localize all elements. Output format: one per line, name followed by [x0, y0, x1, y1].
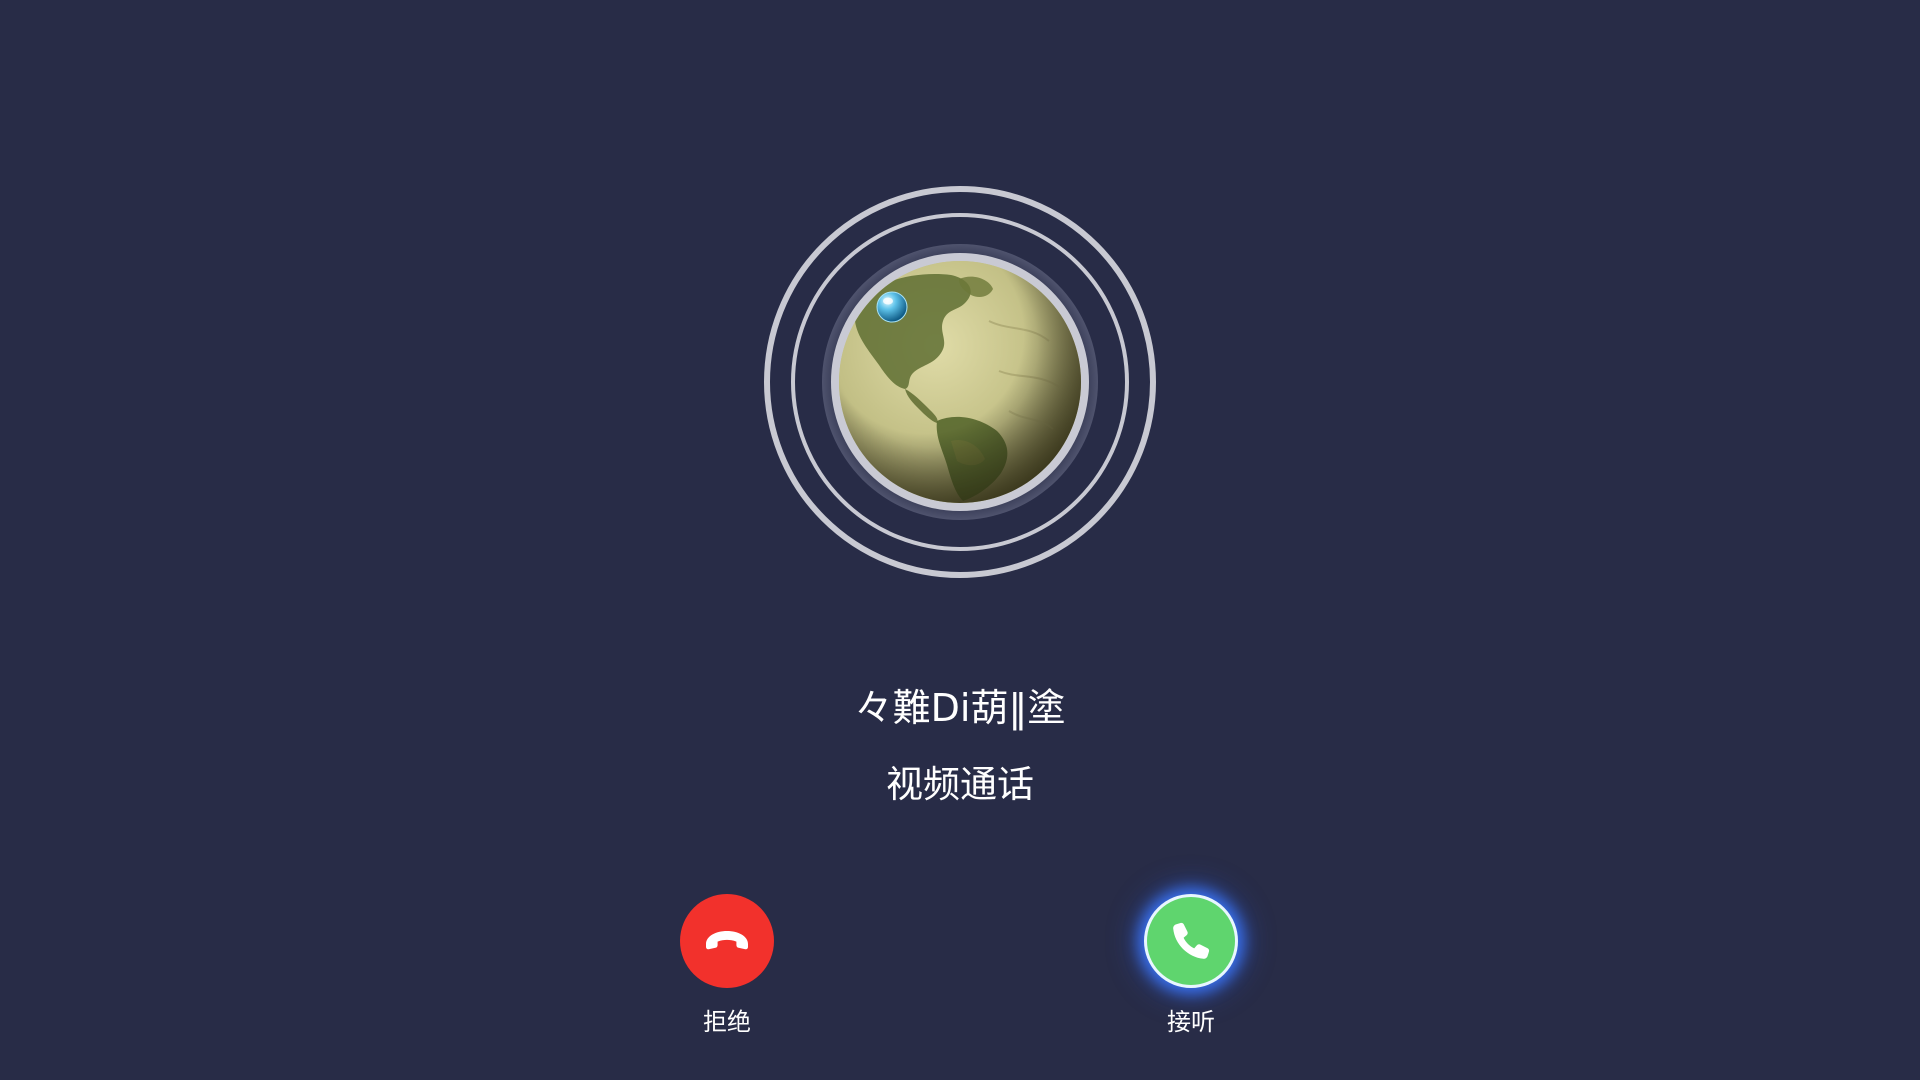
contact-name: 々難Di葫‖塗	[854, 686, 1066, 730]
accept-button[interactable]	[1144, 894, 1238, 988]
decline-button[interactable]	[680, 894, 774, 988]
contact-avatar	[831, 253, 1089, 511]
hang-up-icon	[706, 931, 748, 950]
incoming-call-screen: 々難Di葫‖塗 视频通话 拒绝 接听	[0, 0, 1920, 1080]
decline-label: 拒绝	[703, 1008, 751, 1036]
accept-label: 接听	[1167, 1008, 1215, 1036]
phone-icon	[1173, 922, 1210, 959]
globe-avatar-icon	[839, 261, 1081, 503]
call-type-label: 视频通话	[886, 763, 1034, 806]
